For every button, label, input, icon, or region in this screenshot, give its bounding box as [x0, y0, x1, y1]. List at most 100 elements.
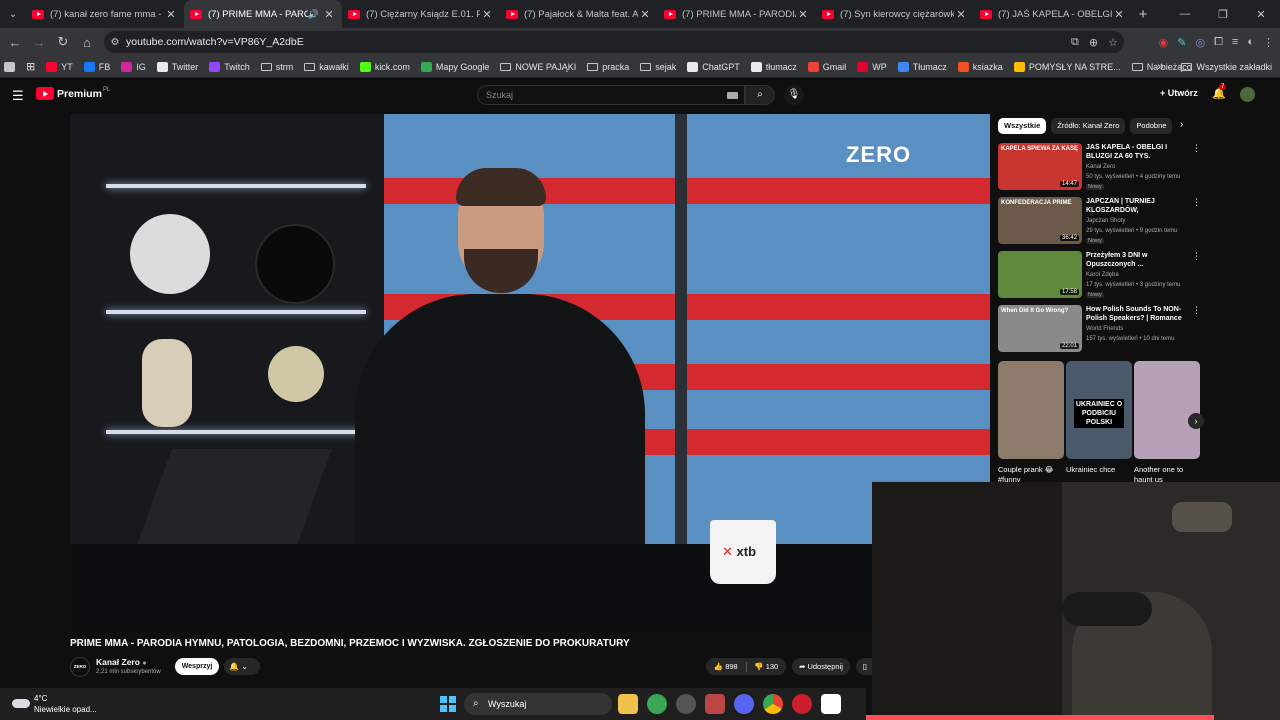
recommended-video[interactable]: KONFEDERACJA PRIME 36:42 JAPCZAN | TURNIEJ…: [998, 197, 1201, 245]
more-options-icon[interactable]: ⋮: [1192, 197, 1201, 208]
channel-avatar[interactable]: ZERO: [70, 657, 90, 677]
browser-tab[interactable]: (7) Ciężarny Ksiądz E.01. Początek✕: [342, 0, 500, 28]
video-title-link[interactable]: JAPCZAN | TURNIEJ KLOSZARDÓW, KRUSZYNKA,…: [1086, 197, 1184, 216]
bookmark-item[interactable]: Tłumacz: [897, 61, 947, 72]
video-thumbnail[interactable]: KONFEDERACJA PRIME 36:42: [998, 197, 1082, 244]
short-thumbnail[interactable]: [1134, 361, 1200, 459]
voice-search-button[interactable]: 🎙: [784, 85, 804, 105]
share-button[interactable]: ➦ Udostępnij: [792, 658, 850, 675]
sidebar-toggle-icon[interactable]: [4, 61, 15, 72]
close-tab-icon[interactable]: ✕: [164, 8, 178, 21]
bookmark-item[interactable]: kick.com: [359, 61, 410, 72]
browser-tab[interactable]: (7) Pajałock & Malta feat. Alisha✕: [500, 0, 658, 28]
bookmark-item[interactable]: Twitch: [209, 61, 250, 72]
filter-chip[interactable]: Wszystkie: [998, 118, 1047, 134]
photo-app-icon[interactable]: [705, 694, 725, 714]
bookmark-item[interactable]: ChatGPT: [687, 61, 740, 72]
guide-menu-icon[interactable]: ☰: [12, 88, 24, 104]
recommended-video[interactable]: When Did It Go Wrong? 22:01 How Polish Sou…: [998, 305, 1201, 353]
bookmark-item[interactable]: sejak: [640, 62, 676, 72]
video-title-link[interactable]: JAŚ KAPELA - OBELGI I BLUZGI ZA 60 TYS. …: [1086, 143, 1184, 162]
shorts-next-button[interactable]: ›: [1188, 413, 1204, 429]
search-input[interactable]: Szukaj: [477, 85, 745, 105]
close-tab-icon[interactable]: ✕: [638, 8, 652, 21]
opera-icon[interactable]: [792, 694, 812, 714]
extension-icon[interactable]: ✎: [1177, 36, 1186, 49]
taskbar-search[interactable]: ⌕ Wyszukaj: [464, 693, 612, 715]
bookmark-item[interactable]: pracka: [587, 62, 629, 72]
close-tab-icon[interactable]: ✕: [1112, 8, 1126, 21]
youtube-logo[interactable]: Premium PL: [36, 87, 110, 100]
home-icon[interactable]: ⌂: [75, 35, 99, 50]
zoom-icon[interactable]: ⊕: [1089, 36, 1098, 49]
restore-icon[interactable]: ❐: [1204, 8, 1242, 21]
filter-chip[interactable]: Podobne: [1130, 118, 1173, 134]
bookmark-item[interactable]: Gmail: [807, 61, 846, 72]
install-icon[interactable]: ⧉: [1071, 36, 1079, 49]
bookmark-item[interactable]: kawałki: [304, 62, 349, 72]
video-title-link[interactable]: How Polish Sounds To NON-Polish Speakers…: [1086, 305, 1184, 324]
weather-icon[interactable]: [12, 694, 34, 710]
app-icon[interactable]: [821, 694, 841, 714]
shield-app-icon[interactable]: [647, 694, 667, 714]
avatar[interactable]: [1240, 87, 1255, 102]
weather-temp[interactable]: 4°C: [34, 694, 47, 703]
bookmark-item[interactable]: NOWE PAJĄKI: [500, 62, 576, 72]
speaker-icon[interactable]: 🔊: [308, 9, 319, 20]
video-thumbnail[interactable]: When Did It Go Wrong? 22:01: [998, 305, 1082, 352]
close-tab-icon[interactable]: ✕: [796, 8, 810, 21]
bookmark-item[interactable]: POMYSŁY NA STRE...: [1013, 61, 1121, 72]
bookmark-item[interactable]: ksiazka: [957, 61, 1003, 72]
record-extension-icon[interactable]: ◉: [1159, 36, 1169, 49]
close-window-icon[interactable]: ✕: [1242, 8, 1280, 21]
short-thumbnail[interactable]: [998, 361, 1064, 459]
app-icon[interactable]: [676, 694, 696, 714]
all-bookmarks-link[interactable]: Wszystkie zakładki: [1196, 62, 1272, 72]
video-title-link[interactable]: Przeżyłem 3 DNI w Opuszczonych ...: [1086, 251, 1184, 269]
video-thumbnail[interactable]: 17:58: [998, 251, 1082, 298]
join-button[interactable]: Wesprzyj: [175, 658, 219, 675]
create-button[interactable]: + Utwórz: [1160, 88, 1198, 98]
subscription-bell-button[interactable]: 🔔 ⌄: [224, 658, 260, 675]
extension-icon[interactable]: ◎: [1196, 36, 1206, 49]
channel-name[interactable]: Kanał Zero: [1086, 164, 1115, 170]
close-tab-icon[interactable]: ✕: [954, 8, 968, 21]
channel-name[interactable]: Japczan Shoty: [1086, 218, 1125, 224]
channel-name[interactable]: Kanał Zero ●: [96, 657, 147, 667]
video-player[interactable]: ZERO ✕ xtb: [70, 114, 990, 631]
search-button[interactable]: ⌕: [745, 85, 775, 105]
more-options-icon[interactable]: ⋮: [1192, 143, 1201, 154]
apps-icon[interactable]: ⊞: [26, 60, 35, 73]
profile-icon[interactable]: ◐: [1247, 36, 1254, 48]
bookmark-item[interactable]: Mapy Google: [420, 61, 489, 72]
forward-icon[interactable]: →: [27, 35, 51, 50]
short-thumbnail[interactable]: UKRAINIEC O PODBICIU POLSKI: [1066, 361, 1132, 459]
more-options-icon[interactable]: ⋮: [1192, 251, 1201, 262]
tab-search-button[interactable]: ⌄: [0, 0, 26, 28]
more-options-icon[interactable]: ⋮: [1192, 305, 1201, 316]
filter-chip[interactable]: Źródło: Kanał Zero: [1051, 118, 1126, 134]
start-button[interactable]: [440, 696, 456, 712]
recommended-video[interactable]: 17:58 Przeżyłem 3 DNI w Opuszczonych ... K…: [998, 251, 1201, 299]
chrome-icon[interactable]: [763, 694, 783, 714]
channel-name[interactable]: World Friends: [1086, 326, 1123, 332]
file-explorer-icon[interactable]: [618, 694, 638, 714]
back-icon[interactable]: ←: [3, 35, 27, 50]
media-controls-icon[interactable]: ≡: [1232, 36, 1238, 48]
reload-icon[interactable]: ↻: [51, 34, 75, 50]
browser-tab[interactable]: (7) Syn kierowcy ciężarówki, który✕: [816, 0, 974, 28]
notifications-button[interactable]: 🔔 7: [1212, 84, 1227, 100]
bookmark-star-icon[interactable]: ☆: [1108, 36, 1118, 49]
minimize-icon[interactable]: —: [1166, 8, 1204, 20]
recommended-video[interactable]: KAPELA SPIEWA ZA KASĘ 14:47 JAŚ KAPELA - O…: [998, 143, 1201, 191]
close-tab-icon[interactable]: ✕: [480, 8, 494, 21]
bookmark-item[interactable]: tłumacz: [750, 61, 797, 72]
browser-tab[interactable]: (7) PRIME MMA - PARODIA HYMNU✕: [658, 0, 816, 28]
extensions-puzzle-icon[interactable]: ⧠: [1214, 36, 1223, 49]
channel-name[interactable]: Karol Zdęba: [1086, 272, 1119, 278]
chevron-right-icon[interactable]: ›: [1180, 119, 1183, 130]
bookmark-item[interactable]: Twitter: [156, 61, 198, 72]
dislike-button[interactable]: 👎 130: [746, 662, 786, 671]
like-button[interactable]: 👍 898: [706, 662, 746, 671]
browser-tab[interactable]: (7) PRIME MMA - PARODIA HYMNU🔊✕: [184, 0, 342, 28]
